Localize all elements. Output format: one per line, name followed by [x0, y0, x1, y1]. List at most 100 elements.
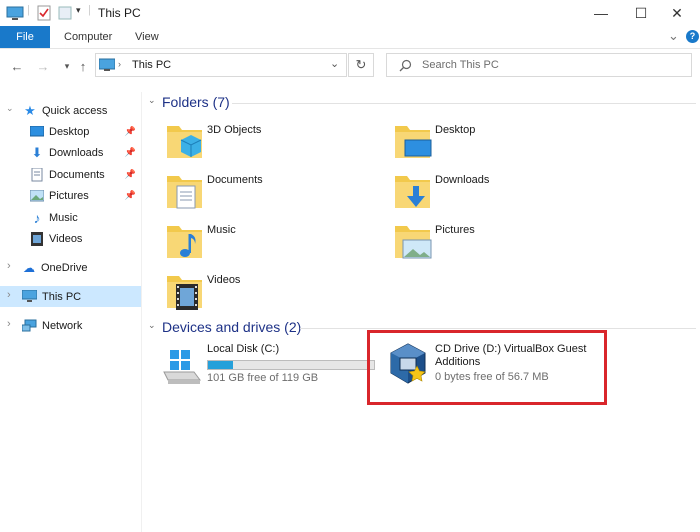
folder-documents[interactable]: Documents — [165, 168, 385, 214]
title-bar: | ▾ | This PC — ☐ ✕ — [0, 0, 700, 26]
navigation-pane: ⌄ ★ Quick access Desktop 📌 ⬇ Downloads 📌… — [0, 92, 142, 532]
sidebar-item-pictures[interactable]: Pictures 📌 — [0, 185, 141, 206]
download-icon: ⬇ — [31, 144, 43, 160]
this-pc-icon — [99, 58, 115, 71]
virtualbox-cd-icon — [390, 343, 426, 384]
expand-chevron-icon[interactable]: ⌄ — [6, 103, 14, 114]
music-folder-icon — [167, 226, 202, 258]
up-arrow-icon[interactable]: ↑ — [74, 57, 92, 75]
folder-label: Videos — [207, 274, 241, 286]
maximize-icon: ☐ — [634, 4, 648, 21]
folder-downloads[interactable]: Downloads — [393, 168, 613, 214]
drive-usage-fill — [208, 361, 233, 369]
windows-drive-icon — [163, 350, 201, 384]
pictures-folder-icon — [395, 226, 432, 259]
group-header-devices[interactable]: Devices and drives (2) — [162, 319, 301, 335]
pictures-icon — [30, 189, 44, 201]
window-title: This PC — [98, 6, 141, 20]
pin-icon[interactable]: 📌 — [125, 147, 136, 158]
divider: | — [27, 4, 30, 16]
documents-folder-icon — [167, 176, 202, 209]
sidebar-item-downloads[interactable]: ⬇ Downloads 📌 — [0, 142, 141, 163]
pin-icon[interactable]: 📌 — [125, 169, 136, 180]
desktop-folder-icon — [395, 126, 432, 158]
network-icon — [22, 319, 37, 332]
3d-objects-icon — [167, 126, 202, 158]
drive-cd-virtualbox[interactable]: CD Drive (D:) VirtualBox Guest Additions… — [387, 340, 603, 388]
forward-arrow-icon[interactable]: → — [34, 57, 52, 75]
folder-pictures[interactable]: Pictures — [393, 218, 613, 264]
new-folder-icon[interactable] — [58, 5, 72, 21]
expand-chevron-icon[interactable]: › — [7, 318, 11, 330]
sidebar-item-onedrive[interactable]: › ☁ OneDrive — [0, 257, 141, 278]
collapse-group-icon[interactable]: ⌄ — [148, 320, 156, 331]
drive-usage-bar — [207, 360, 375, 370]
sidebar-item-desktop[interactable]: Desktop 📌 — [0, 121, 141, 142]
folder-desktop[interactable]: Desktop — [393, 118, 613, 164]
properties-icon[interactable] — [36, 5, 52, 21]
sidebar-item-label: Network — [42, 319, 83, 332]
customize-toolbar-chevron-icon[interactable]: ▾ — [76, 5, 81, 16]
search-placeholder: Search This PC — [422, 59, 499, 71]
folder-music[interactable]: Music — [165, 218, 385, 264]
collapse-group-icon[interactable]: ⌄ — [148, 95, 156, 106]
folder-label: Documents — [207, 174, 263, 186]
address-bar[interactable]: › This PC ⌄ — [95, 53, 347, 77]
address-dropdown-icon[interactable]: ⌄ — [330, 57, 339, 70]
drive-local-disk[interactable]: Local Disk (C:) 101 GB free of 119 GB — [160, 340, 380, 388]
sidebar-item-label: Videos — [49, 232, 83, 245]
pin-icon[interactable]: 📌 — [125, 190, 136, 201]
breadcrumb-chevron-icon[interactable]: › — [118, 59, 121, 69]
sidebar-item-label: Quick access — [42, 104, 108, 117]
sidebar-item-music[interactable]: ♪ Music — [0, 207, 141, 228]
back-arrow-icon[interactable]: ← — [8, 57, 26, 75]
music-icon: ♪ — [33, 209, 41, 226]
drive-label: CD Drive (D:) VirtualBox Guest — [435, 343, 587, 355]
folder-label: Downloads — [435, 174, 490, 186]
minimize-icon: — — [594, 5, 608, 21]
pin-icon[interactable]: 📌 — [125, 126, 136, 137]
videos-folder-icon — [167, 276, 202, 310]
drive-free-space: 0 bytes free of 56.7 MB — [435, 371, 549, 383]
sidebar-item-network[interactable]: › Network — [0, 315, 141, 336]
divider: | — [88, 4, 91, 16]
group-divider — [300, 328, 696, 329]
sidebar-item-quick-access[interactable]: ⌄ ★ Quick access — [6, 100, 147, 121]
star-icon: ★ — [24, 102, 36, 118]
sidebar-item-label: Downloads — [49, 146, 104, 159]
tab-view[interactable]: View — [135, 26, 159, 48]
folder-label: Music — [207, 224, 236, 236]
drive-free-space: 101 GB free of 119 GB — [207, 372, 319, 384]
expand-chevron-icon[interactable]: › — [7, 260, 11, 272]
expand-chevron-icon[interactable]: › — [7, 289, 11, 301]
ribbon: File Computer View ⌄ ? — [0, 26, 700, 49]
cloud-icon: ☁ — [23, 260, 35, 275]
refresh-button[interactable]: ↻ — [348, 53, 374, 77]
downloads-folder-icon — [395, 176, 430, 208]
sidebar-item-videos[interactable]: Videos — [0, 228, 141, 249]
group-header-folders[interactable]: Folders (7) — [162, 94, 230, 110]
this-pc-icon — [22, 290, 37, 302]
help-icon[interactable]: ? — [686, 30, 699, 43]
sidebar-item-label: Desktop — [49, 125, 90, 138]
sidebar-item-this-pc[interactable]: › This PC — [0, 286, 141, 307]
sidebar-item-label: Music — [49, 211, 78, 224]
folder-videos[interactable]: Videos — [165, 268, 385, 314]
expand-ribbon-icon[interactable]: ⌄ — [668, 28, 679, 44]
breadcrumb[interactable]: This PC — [132, 59, 171, 71]
sidebar-item-label: Pictures — [49, 189, 89, 202]
folder-label: Pictures — [435, 224, 475, 236]
refresh-icon: ↻ — [355, 57, 367, 72]
sidebar-item-documents[interactable]: Documents 📌 — [0, 164, 141, 185]
tab-file[interactable]: File — [0, 26, 50, 48]
folder-label: Desktop — [435, 124, 476, 136]
documents-icon — [31, 167, 43, 181]
desktop-icon — [30, 125, 44, 136]
close-button[interactable]: ✕ — [654, 0, 700, 26]
tab-computer[interactable]: Computer — [64, 26, 112, 48]
folder-label: 3D Objects — [207, 124, 262, 136]
close-icon: ✕ — [671, 4, 683, 21]
search-input[interactable]: Search This PC — [386, 53, 692, 77]
this-pc-icon — [6, 6, 24, 20]
folder-3d-objects[interactable]: 3D Objects — [165, 118, 385, 164]
